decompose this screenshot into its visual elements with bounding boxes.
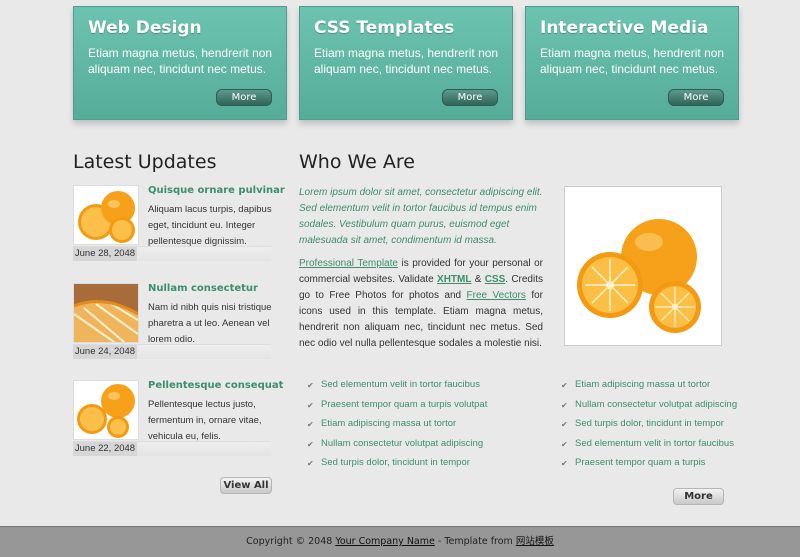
free-vectors-link[interactable]: Free Vectors bbox=[467, 290, 526, 301]
update-item: Quisque ornare pulvinar Aliquam lacus tu… bbox=[73, 185, 285, 261]
check-icon: ✔ bbox=[561, 381, 568, 390]
list-item-label: Sed elementum velit in tortor faucibus bbox=[575, 437, 734, 449]
list-item-label: Sed elementum velit in tortor faucibus bbox=[321, 379, 480, 390]
list-item-label: Sed turpis dolor, tincidunt in tempor bbox=[575, 418, 724, 429]
check-icon: ✔ bbox=[561, 400, 568, 410]
body-text: Professional Template is provided for yo… bbox=[299, 256, 543, 352]
more-button[interactable]: More bbox=[442, 89, 498, 106]
feature-box-interactive-media: Interactive Media Etiam magna metus, hen… bbox=[525, 6, 739, 120]
update-item: Pellentesque consequat Pellentesque lect… bbox=[73, 380, 283, 456]
footer-text: - Template from bbox=[434, 536, 516, 547]
list-item-label: Etiam adipiscing massa ut tortor bbox=[321, 418, 457, 429]
check-icon: ✔ bbox=[307, 381, 314, 390]
orange-photo bbox=[564, 186, 722, 346]
date-bar: June 24, 2048 bbox=[73, 344, 271, 359]
footer: Copyright © 2048 Your Company Name - Tem… bbox=[0, 526, 800, 557]
orange-halves-icon[interactable] bbox=[73, 380, 139, 440]
list-item-label: Etiam adipiscing massa ut tortor bbox=[575, 379, 711, 390]
view-all-button[interactable]: View All bbox=[220, 477, 272, 494]
date-bar: June 22, 2048 bbox=[73, 441, 271, 456]
check-icon: ✔ bbox=[307, 400, 314, 410]
check-icon: ✔ bbox=[307, 459, 314, 468]
update-item: Nullam consectetur Nam id nibh quis nisi… bbox=[73, 283, 272, 359]
feature-title: CSS Templates bbox=[314, 18, 455, 38]
checklist-right: ✔ Etiam adipiscing massa ut tortor ✔ Nulla… bbox=[561, 378, 737, 476]
check-icon: ✔ bbox=[561, 459, 568, 468]
orange-slice-icon[interactable] bbox=[73, 283, 139, 343]
more-button-who[interactable]: More bbox=[673, 488, 724, 505]
update-title[interactable]: Nullam consectetur bbox=[148, 283, 258, 294]
xhtml-link[interactable]: XHTML bbox=[437, 274, 471, 285]
feature-box-web-design: Web Design Etiam magna metus, hendrerit … bbox=[73, 6, 287, 120]
body-text-part: & bbox=[471, 274, 485, 285]
checklist-left: ✔ Sed elementum velit in tortor faucibus … bbox=[307, 378, 487, 476]
feature-text: Etiam magna metus, hendrerit non aliquam… bbox=[88, 46, 273, 76]
css-link[interactable]: CSS bbox=[485, 274, 506, 285]
feature-text: Etiam magna metus, hendrerit non aliquam… bbox=[314, 46, 499, 76]
update-date: June 28, 2048 bbox=[73, 247, 137, 261]
update-date: June 22, 2048 bbox=[73, 442, 137, 456]
intro-text: Lorem ipsum dolor sit amet, consectetur … bbox=[299, 187, 543, 246]
list-item: ✔ Praesent tempor quam a turpis bbox=[561, 456, 737, 476]
list-item: ✔ Sed elementum velit in tortor faucibus bbox=[561, 437, 737, 457]
latest-updates-heading: Latest Updates bbox=[73, 151, 217, 173]
list-item: ✔ Sed turpis dolor, tincidunt in tempor bbox=[561, 417, 737, 437]
list-item: ✔ Nullam consectetur volutpat adipiscing bbox=[307, 437, 487, 457]
update-title[interactable]: Pellentesque consequat bbox=[148, 380, 283, 391]
update-title[interactable]: Quisque ornare pulvinar bbox=[148, 185, 285, 196]
list-item-label: Nullam consectetur volutpat adipiscing bbox=[575, 398, 738, 410]
orange-halves-icon[interactable] bbox=[73, 185, 139, 245]
list-item: ✔ Sed turpis dolor, tincidunt in tempor bbox=[307, 456, 487, 476]
feature-title: Web Design bbox=[88, 18, 202, 38]
company-link[interactable]: Your Company Name bbox=[335, 536, 435, 547]
check-icon: ✔ bbox=[307, 420, 314, 429]
check-icon: ✔ bbox=[307, 439, 314, 449]
check-icon: ✔ bbox=[561, 420, 568, 429]
update-text: Pellentesque lectus justo, fermentum in,… bbox=[148, 399, 262, 442]
list-item: ✔ Etiam adipiscing massa ut tortor bbox=[561, 378, 737, 398]
site-link[interactable]: 网站模板 bbox=[516, 536, 554, 547]
feature-boxes: Web Design Etiam magna metus, hendrerit … bbox=[73, 6, 739, 120]
professional-template-link[interactable]: Professional Template bbox=[299, 258, 398, 269]
date-bar: June 28, 2048 bbox=[73, 246, 271, 261]
update-text: Aliquam lacus turpis, dapibus eget, tinc… bbox=[148, 204, 272, 247]
list-item: ✔ Sed elementum velit in tortor faucibus bbox=[307, 378, 487, 398]
list-item-label: Praesent tempor quam a turpis bbox=[575, 457, 706, 468]
update-date: June 24, 2048 bbox=[73, 345, 137, 359]
more-button[interactable]: More bbox=[668, 89, 724, 106]
feature-title: Interactive Media bbox=[540, 18, 709, 38]
list-item-label: Nullam consectetur volutpat adipiscing bbox=[321, 437, 484, 449]
check-icon: ✔ bbox=[561, 439, 568, 449]
who-we-are-heading: Who We Are bbox=[299, 151, 415, 173]
list-item: ✔ Nullam consectetur volutpat adipiscing bbox=[561, 398, 737, 418]
feature-text: Etiam magna metus, hendrerit non aliquam… bbox=[540, 46, 725, 76]
list-item-label: Sed turpis dolor, tincidunt in tempor bbox=[321, 457, 470, 468]
more-button[interactable]: More bbox=[216, 89, 272, 106]
footer-copyright: Copyright © 2048 bbox=[246, 536, 336, 547]
list-item-label: Praesent tempor quam a turpis volutpat bbox=[321, 398, 488, 410]
list-item: ✔ Praesent tempor quam a turpis volutpat bbox=[307, 398, 487, 418]
feature-box-css-templates: CSS Templates Etiam magna metus, hendrer… bbox=[299, 6, 513, 120]
update-text: Nam id nibh quis nisi tristique pharetra… bbox=[148, 302, 272, 345]
list-item: ✔ Etiam adipiscing massa ut tortor bbox=[307, 417, 487, 437]
